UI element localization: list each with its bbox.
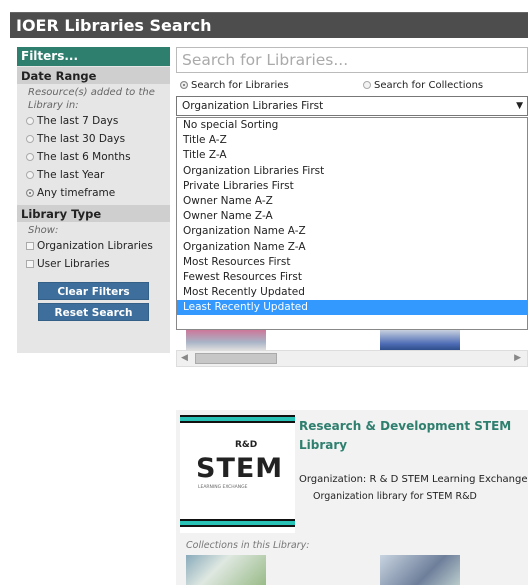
radio-icon — [26, 153, 34, 161]
triangle-down-icon: ▼ — [516, 101, 523, 111]
library-type-option[interactable]: Organization Libraries — [17, 237, 170, 255]
horizontal-scrollbar[interactable]: ◀ ▶ — [176, 350, 528, 367]
library-type-option[interactable]: User Libraries — [17, 255, 170, 273]
collections-heading: Collections in this Library: — [186, 540, 310, 551]
radio-selected-icon — [180, 81, 188, 89]
date-range-option[interactable]: The last Year — [17, 166, 170, 184]
sort-option[interactable]: Least Recently Updated — [177, 300, 527, 316]
library-title[interactable]: Research & Development STEM Library — [299, 417, 528, 455]
library-card: R&D STEM LEARNING EXCHANGE Research & De… — [176, 410, 528, 585]
mode-collections[interactable]: Search for Collections — [363, 80, 483, 91]
logo-wordmark: STEM — [196, 453, 284, 484]
filters-panel: Filters... Date Range Resource(s) added … — [17, 47, 170, 353]
page-title: IOER Libraries Search — [16, 16, 212, 35]
collection-thumbnail[interactable] — [186, 330, 266, 350]
clear-filters-button[interactable]: Clear Filters — [38, 282, 149, 300]
date-range-option[interactable]: The last 7 Days — [17, 112, 170, 130]
sort-option[interactable]: Organization Name Z-A — [177, 240, 527, 255]
radio-icon — [26, 171, 34, 179]
sort-option[interactable]: Most Recently Updated — [177, 285, 527, 300]
sort-option[interactable]: Title Z-A — [177, 148, 527, 163]
library-type-note: Show: — [28, 225, 59, 236]
sort-option[interactable]: Organization Libraries First — [177, 164, 527, 179]
radio-icon — [363, 81, 371, 89]
date-range-option-label: The last 30 Days — [37, 133, 126, 145]
mode-libraries[interactable]: Search for Libraries — [180, 80, 289, 91]
sort-option[interactable]: Organization Name A-Z — [177, 224, 527, 239]
triangle-left-icon[interactable]: ◀ — [181, 353, 188, 363]
mode-libraries-label: Search for Libraries — [191, 80, 289, 91]
library-organization: Organization: R & D STEM Learning Exchan… — [299, 474, 528, 485]
collection-thumbnail[interactable] — [380, 555, 460, 585]
library-type-heading: Library Type — [17, 205, 170, 222]
sort-option[interactable]: Owner Name A-Z — [177, 194, 527, 209]
collection-thumbnail[interactable] — [380, 330, 460, 350]
scrollbar-thumb[interactable] — [195, 353, 277, 364]
sort-select[interactable]: Organization Libraries First ▼ — [176, 96, 528, 116]
sort-dropdown-list: No special Sorting Title A-Z Title Z-A Orga… — [176, 117, 528, 330]
search-input[interactable] — [177, 48, 527, 72]
sort-option[interactable]: No special Sorting — [177, 118, 527, 133]
triangle-right-icon[interactable]: ▶ — [514, 353, 521, 363]
library-type-option-label: User Libraries — [37, 258, 110, 270]
logo-tagline: LEARNING EXCHANGE — [198, 485, 248, 490]
logo-badge: R&D — [235, 440, 258, 450]
date-range-option-label: The last Year — [37, 169, 105, 181]
reset-search-button[interactable]: Reset Search — [38, 303, 149, 321]
collection-thumbnail[interactable] — [186, 555, 266, 585]
checkbox-icon — [26, 242, 34, 250]
library-logo[interactable]: R&D STEM LEARNING EXCHANGE — [180, 415, 295, 533]
date-range-note: Resource(s) added to the Library in: — [28, 87, 155, 111]
mode-collections-label: Search for Collections — [374, 80, 484, 91]
header-bar: IOER Libraries Search — [10, 12, 528, 38]
date-range-option-label: The last 7 Days — [37, 115, 119, 127]
date-range-option[interactable]: The last 30 Days — [17, 130, 170, 148]
library-type-option-label: Organization Libraries — [37, 240, 153, 252]
radio-icon — [26, 135, 34, 143]
sort-option[interactable]: Title A-Z — [177, 133, 527, 148]
date-range-option[interactable]: The last 6 Months — [17, 148, 170, 166]
library-description: Organization library for STEM R&D — [313, 491, 477, 502]
sort-option[interactable]: Owner Name Z-A — [177, 209, 527, 224]
sort-option[interactable]: Fewest Resources First — [177, 270, 527, 285]
sort-selected-label: Organization Libraries First — [182, 100, 324, 112]
search-box — [176, 47, 528, 73]
date-range-option-label: Any timeframe — [37, 187, 116, 199]
logo-bar-top — [180, 415, 295, 423]
radio-selected-icon — [26, 189, 34, 197]
filters-heading: Filters... — [17, 47, 170, 66]
logo-bar-bottom — [180, 519, 295, 527]
sort-option[interactable]: Private Libraries First — [177, 179, 527, 194]
date-range-heading: Date Range — [17, 67, 170, 84]
date-range-option-label: The last 6 Months — [37, 151, 131, 163]
radio-icon — [26, 117, 34, 125]
checkbox-icon — [26, 260, 34, 268]
sort-option[interactable]: Most Resources First — [177, 255, 527, 270]
date-range-option[interactable]: Any timeframe — [17, 184, 170, 202]
